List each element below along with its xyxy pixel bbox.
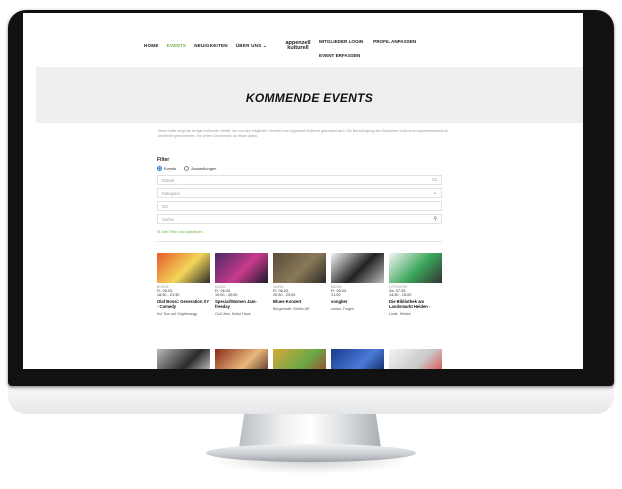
radio-events-label: Events bbox=[164, 166, 177, 171]
calendar-icon: ▭ bbox=[432, 177, 437, 183]
event-image[interactable]: +2 bbox=[215, 349, 268, 369]
page-title: KOMMENDE EVENTS bbox=[245, 91, 374, 105]
event-card[interactable]: LITERATUR Sa. 07.03. 14:30 - 15:00 Die Bibl… bbox=[389, 253, 442, 316]
event-image[interactable]: +2 bbox=[273, 349, 326, 369]
divider bbox=[157, 241, 442, 242]
event-image[interactable] bbox=[157, 253, 210, 283]
radio-exhibitions-label: Ausstellungen bbox=[191, 166, 217, 171]
event-time: 14:30 - 15:00 bbox=[389, 293, 412, 298]
event-title[interactable]: Special/Women Jam-freeday bbox=[215, 299, 268, 309]
event-time: 19:00 - 00:00 bbox=[215, 293, 238, 298]
event-time: 18:30 - 21:30 bbox=[157, 293, 180, 298]
radio-checked-icon bbox=[157, 166, 162, 172]
event-image[interactable] bbox=[273, 253, 326, 283]
radio-unchecked-icon bbox=[184, 166, 190, 172]
event-title[interactable]: Olaf Bossi: Generation XY - Comedy bbox=[157, 299, 210, 309]
event-place: Linde, Heiden bbox=[389, 311, 412, 316]
event-card[interactable]: DIVERSMi. 11.03.18:00Spielbar bbox=[389, 349, 442, 369]
event-title[interactable]: Blues-Konzert bbox=[273, 299, 326, 304]
event-image[interactable] bbox=[215, 253, 268, 283]
event-image[interactable] bbox=[157, 349, 210, 369]
filter-heading: Filter bbox=[157, 157, 170, 163]
member-nav: MITGLIEDER LOGIN PROFIL ANPASSEN EVENT E… bbox=[319, 39, 416, 58]
monitor-base bbox=[206, 444, 416, 462]
nav-add-event[interactable]: EVENT ERFASSEN bbox=[319, 53, 360, 58]
browser-viewport: HOME EVENTS NEUIGKEITEN ÜBER UNS ⌄ appen… bbox=[23, 13, 583, 369]
nav-about[interactable]: ÜBER UNS ⌄ bbox=[236, 43, 267, 49]
nav-home[interactable]: HOME bbox=[144, 43, 159, 49]
event-place: Kul Tour auf Vögelinsegg bbox=[157, 311, 197, 316]
event-image[interactable] bbox=[331, 349, 384, 369]
filter-type-radios: Events Ausstellungen bbox=[157, 166, 217, 172]
date-placeholder: Datum bbox=[162, 178, 175, 183]
nav-news[interactable]: NEUIGKEITEN bbox=[194, 43, 228, 49]
page-banner: KOMMENDE EVENTS bbox=[36, 67, 583, 123]
category-select[interactable]: Kategorie ⌄ bbox=[157, 188, 442, 198]
event-image[interactable] bbox=[331, 253, 384, 283]
event-card[interactable]: MUSIK Fr. 06.03. 19:00 - 00:00 Special/Wome… bbox=[215, 253, 268, 316]
search-icon: ⚲ bbox=[433, 216, 437, 222]
event-title[interactable]: songber bbox=[331, 299, 384, 304]
nav-member-login[interactable]: MITGLIEDER LOGIN bbox=[319, 39, 363, 44]
event-card[interactable]: +2BÜHNEMi. 11.03.14:00 - 15:00Zauberbohn… bbox=[273, 349, 326, 369]
date-field[interactable]: Datum ▭ bbox=[157, 175, 442, 185]
nav-profile[interactable]: PROFIL ANPASSEN bbox=[373, 39, 416, 44]
site-header: HOME EVENTS NEUIGKEITEN ÜBER UNS ⌄ appen… bbox=[23, 13, 583, 67]
place-field[interactable]: Ort bbox=[157, 201, 442, 211]
logo-line-2: kulturell bbox=[287, 45, 309, 51]
chevron-down-icon: ⌄ bbox=[432, 190, 437, 196]
reset-filters-link[interactable]: ⊘ Alle Filter zurücksetzen bbox=[157, 229, 203, 234]
radio-exhibitions[interactable]: Ausstellungen bbox=[184, 166, 217, 172]
event-title[interactable]: Die Bibliothek am Landsmarkt Heiden - bbox=[389, 299, 442, 309]
search-placeholder: Suche bbox=[162, 217, 174, 222]
intro-text: Diese Seite zeigt die eenige Kulturelle … bbox=[158, 129, 448, 138]
event-place: Ou3 Jiew, Kultur Haus bbox=[215, 311, 251, 316]
event-card[interactable]: KUNSTMi. 11.03.16:00 - 16:30Kunst zur Ve… bbox=[331, 349, 384, 369]
event-card[interactable]: BÜHNE Fr. 06.03. 18:30 - 21:30 Olaf Bossi: … bbox=[157, 253, 210, 316]
event-place: Bürgerhalle, Bühler AR bbox=[273, 306, 310, 311]
site-logo[interactable]: appenzell kulturell bbox=[281, 40, 315, 51]
event-card[interactable]: MUSIK Fr. 06.03. 21:00 songber roklan, Troge… bbox=[331, 253, 384, 311]
place-placeholder: Ort bbox=[162, 204, 168, 209]
category-placeholder: Kategorie bbox=[162, 191, 180, 196]
event-image[interactable] bbox=[389, 349, 442, 369]
main-nav: HOME EVENTS NEUIGKEITEN ÜBER UNS ⌄ bbox=[144, 43, 267, 49]
search-input[interactable]: Suche ⚲ bbox=[157, 214, 442, 224]
event-card[interactable]: MUSIK Fr. 06.03. 20:30 - 23:00 Blues-Konzer… bbox=[273, 253, 326, 311]
radio-events[interactable]: Events bbox=[157, 166, 177, 172]
event-card[interactable]: LITERATURSa. 07.03.16:30 - 17:30Die Bibl… bbox=[157, 349, 210, 369]
event-time: 21:00 bbox=[331, 293, 341, 298]
event-place: roklan, Trogen bbox=[331, 306, 354, 311]
event-time: 20:30 - 23:00 bbox=[273, 293, 296, 298]
event-image[interactable] bbox=[389, 253, 442, 283]
event-card[interactable]: +2BÜHNESo. 08.03.11:00Zwerg Zapf bbox=[215, 349, 268, 369]
nav-events[interactable]: EVENTS bbox=[167, 43, 187, 49]
